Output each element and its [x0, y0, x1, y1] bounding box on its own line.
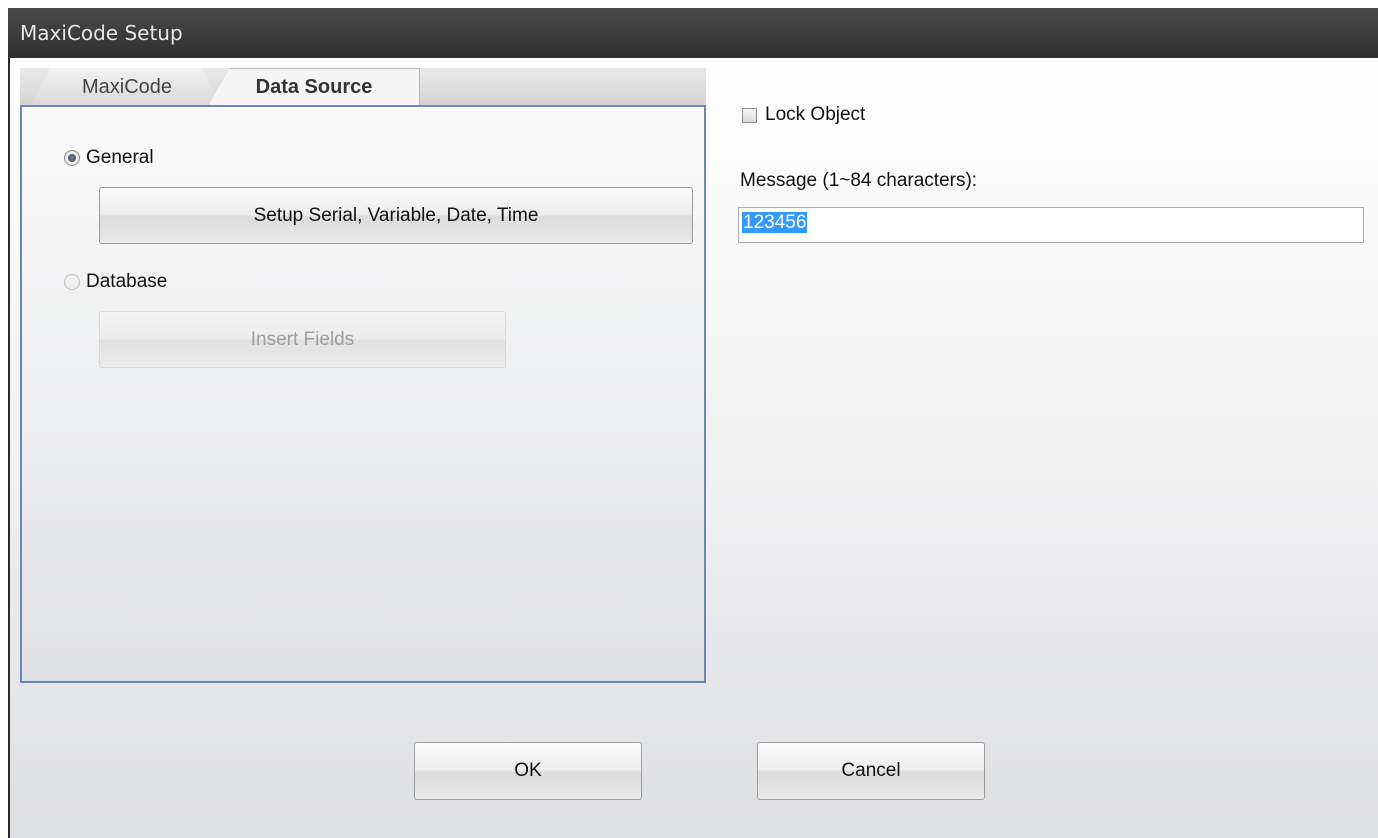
general-option[interactable]: General	[64, 147, 154, 169]
maxicode-setup-dialog: MaxiCode Setup MaxiCode Data Source Gene…	[8, 8, 1378, 838]
database-radio[interactable]	[64, 274, 80, 290]
insert-fields-button-label: Insert Fields	[250, 328, 355, 350]
dialog-body: MaxiCode Data Source General Setup Seria…	[8, 58, 1378, 838]
tab-maxicode-label: MaxiCode	[81, 75, 173, 98]
insert-fields-button[interactable]: Insert Fields	[99, 311, 506, 368]
window-title: MaxiCode Setup	[20, 21, 183, 45]
general-radio[interactable]	[64, 150, 80, 166]
setup-serial-button-label: Setup Serial, Variable, Date, Time	[253, 204, 539, 226]
cancel-button[interactable]: Cancel	[757, 742, 985, 800]
tab-data-source[interactable]: Data Source	[208, 68, 420, 106]
general-label: General	[86, 147, 154, 168]
message-label: Message (1~84 characters):	[740, 170, 978, 191]
database-option[interactable]: Database	[64, 271, 167, 293]
data-source-panel: General Setup Serial, Variable, Date, Ti…	[20, 105, 706, 683]
message-input[interactable]: 123456	[738, 207, 1364, 243]
tab-data-source-label: Data Source	[255, 76, 373, 98]
ok-button[interactable]: OK	[414, 742, 642, 800]
ok-button-label: OK	[514, 760, 542, 781]
lock-object-checkbox[interactable]	[742, 107, 757, 123]
title-bar[interactable]: MaxiCode Setup	[8, 8, 1378, 58]
tab-strip: MaxiCode Data Source	[20, 68, 706, 106]
tab-maxicode[interactable]: MaxiCode	[32, 68, 222, 106]
database-label: Database	[86, 271, 168, 292]
message-value: 123456	[742, 212, 808, 233]
lock-object-option[interactable]: Lock Object	[742, 104, 865, 126]
lock-object-label: Lock Object	[765, 104, 866, 125]
setup-serial-button[interactable]: Setup Serial, Variable, Date, Time	[99, 187, 693, 244]
cancel-button-label: Cancel	[841, 760, 901, 781]
